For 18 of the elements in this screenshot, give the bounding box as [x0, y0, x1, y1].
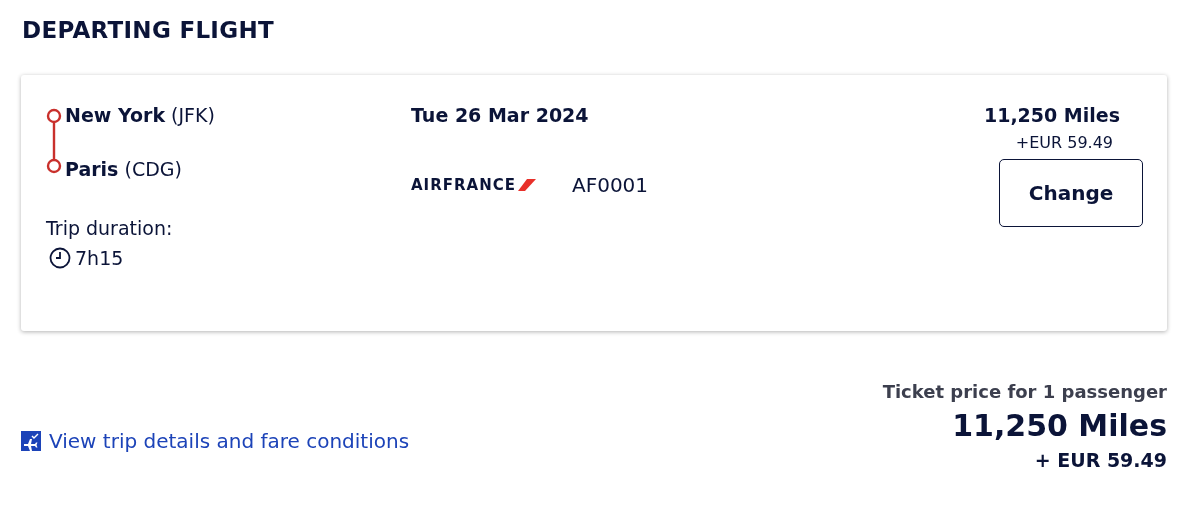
flight-number: AF0001 — [571, 173, 649, 197]
ticket-price-label: Ticket price for 1 passenger — [882, 381, 1167, 402]
duration-value: 7h15 — [75, 247, 124, 269]
trip-details-link[interactable]: View trip details and fare conditions — [21, 429, 410, 453]
change-button[interactable]: Change — [999, 159, 1143, 227]
duration-label: Trip duration: — [46, 217, 174, 239]
total-miles: 11,250 Miles — [952, 408, 1167, 443]
airport-label: Paris (CDG) — [65, 157, 183, 182]
miles-price: 11,250 Miles — [983, 103, 1120, 128]
route-line-icon — [46, 108, 62, 174]
clock-icon — [49, 247, 71, 269]
plane-check-icon — [21, 431, 41, 451]
flight-date: Tue 26 Mar 2024 — [411, 103, 590, 128]
airport-label: New York (JFK) — [65, 103, 215, 128]
airline-logo: AIRFRANCE — [411, 176, 536, 194]
total-surcharge: + EUR 59.49 — [1034, 449, 1167, 471]
surcharge-price: +EUR 59.49 — [1015, 133, 1113, 152]
section-heading: DEPARTING FLIGHT — [22, 16, 275, 45]
